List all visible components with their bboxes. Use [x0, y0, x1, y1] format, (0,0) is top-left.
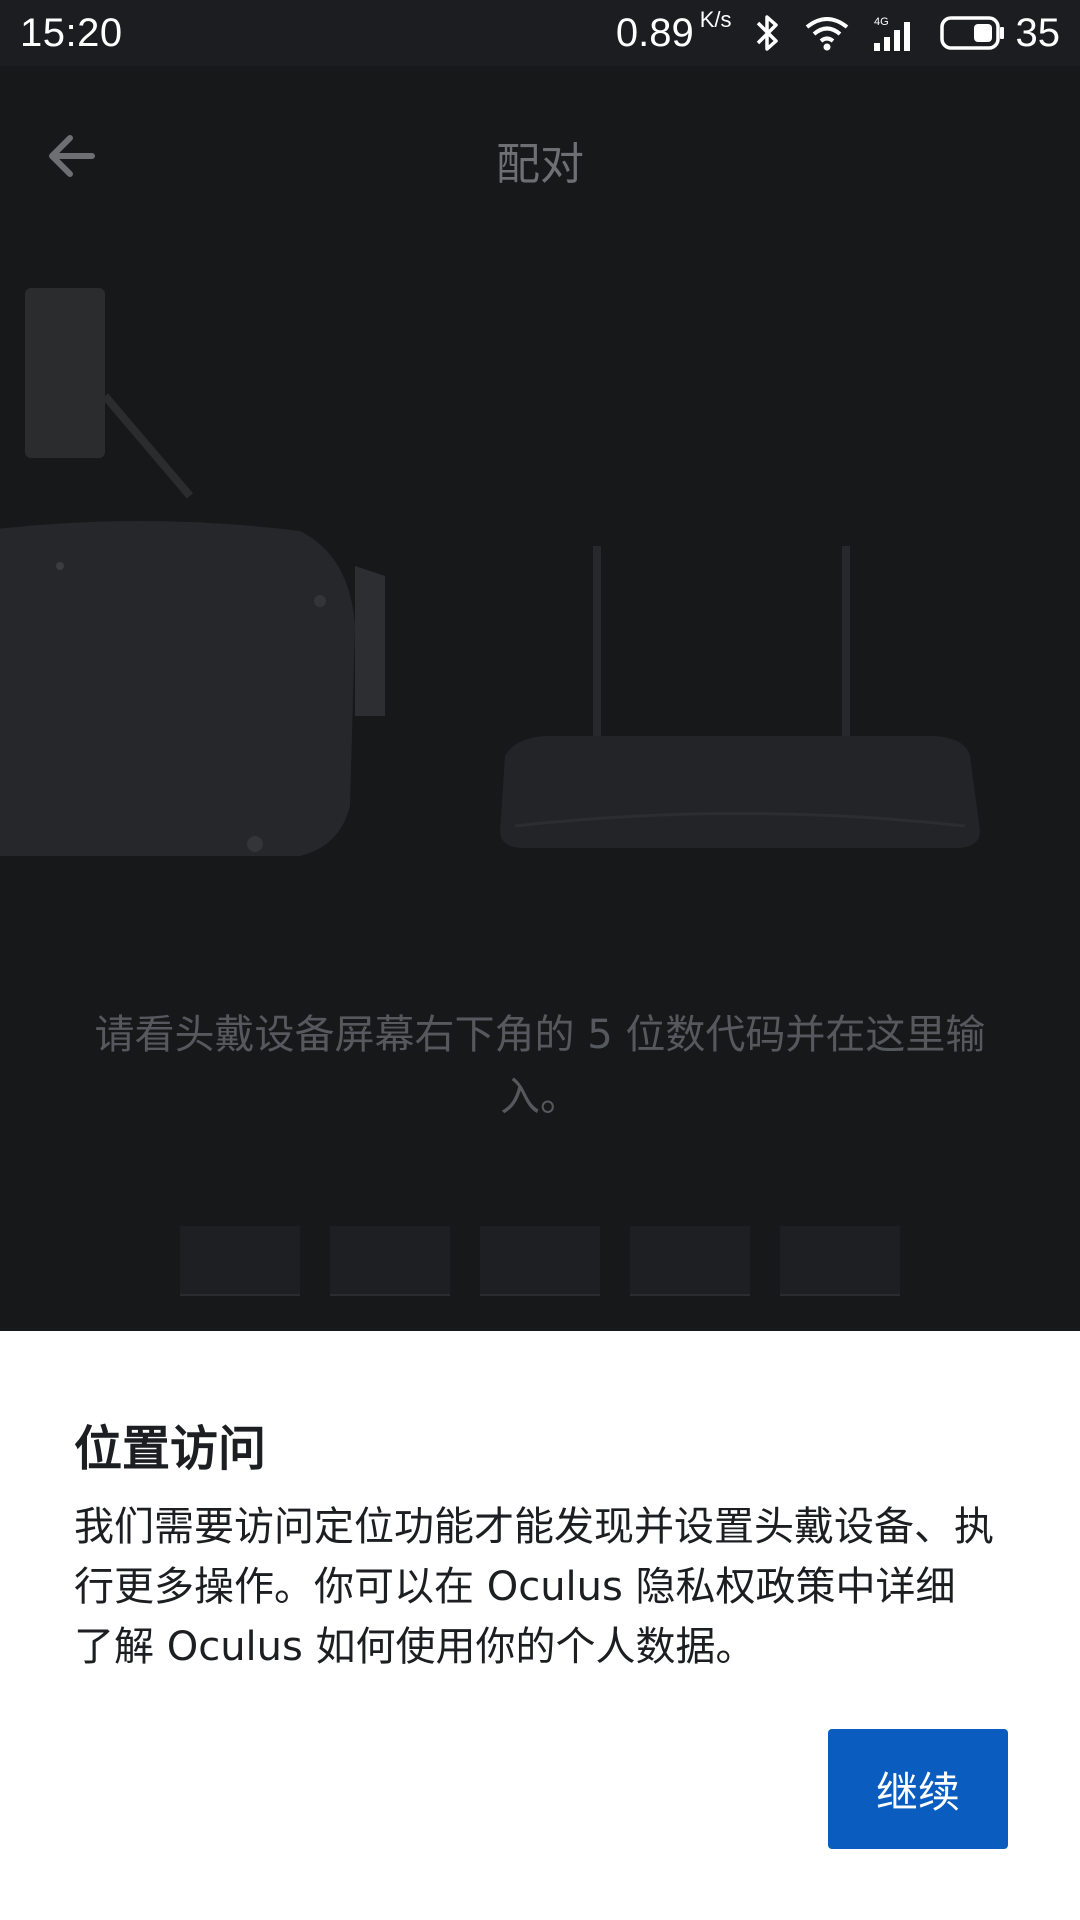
sheet-title: 位置访问: [74, 1421, 267, 1477]
code-digit-2[interactable]: [330, 1226, 450, 1296]
pairing-instruction: 请看头戴设备屏幕右下角的 5 位数代码并在这里输入。: [94, 1012, 986, 1120]
headset-router-illustration: [0, 288, 980, 856]
continue-button[interactable]: 继续: [828, 1729, 1008, 1849]
pairing-code-input: [180, 1226, 900, 1296]
network-type-label: 4G: [874, 16, 889, 28]
code-digit-5[interactable]: [780, 1226, 900, 1296]
top-app-bar: 配对: [0, 66, 1080, 246]
page-title: 配对: [496, 139, 584, 190]
cellular-signal-icon: 4G: [872, 13, 918, 53]
network-speed: 0.89 K/s: [615, 7, 732, 56]
sheet-body: 我们需要访问定位功能才能发现并设置头戴设备、执行更多操作。你可以在 Oculus…: [74, 1504, 994, 1670]
battery-icon: [939, 15, 1006, 51]
bluetooth-icon: [754, 13, 782, 53]
status-icons: 0.89 K/s 4G 35: [615, 7, 1061, 56]
network-speed-value: 0.89: [615, 10, 694, 55]
battery: 35: [939, 10, 1061, 56]
status-bar: 15:20 0.89 K/s 4G 35: [0, 0, 1080, 66]
network-speed-unit: K/s: [699, 6, 732, 32]
battery-level: 35: [1015, 10, 1061, 55]
code-digit-3[interactable]: [480, 1226, 600, 1296]
code-digit-4[interactable]: [630, 1226, 750, 1296]
wifi-icon: [804, 14, 850, 52]
code-digit-1[interactable]: [180, 1226, 300, 1296]
location-permission-sheet: 位置访问 我们需要访问定位功能才能发现并设置头戴设备、执行更多操作。你可以在 O…: [0, 1331, 1080, 1920]
status-time: 15:20: [20, 10, 123, 55]
pairing-screen: 配对 请看头戴设备屏幕右下角的 5 位数代码并在这里输入。: [0, 66, 1080, 1331]
